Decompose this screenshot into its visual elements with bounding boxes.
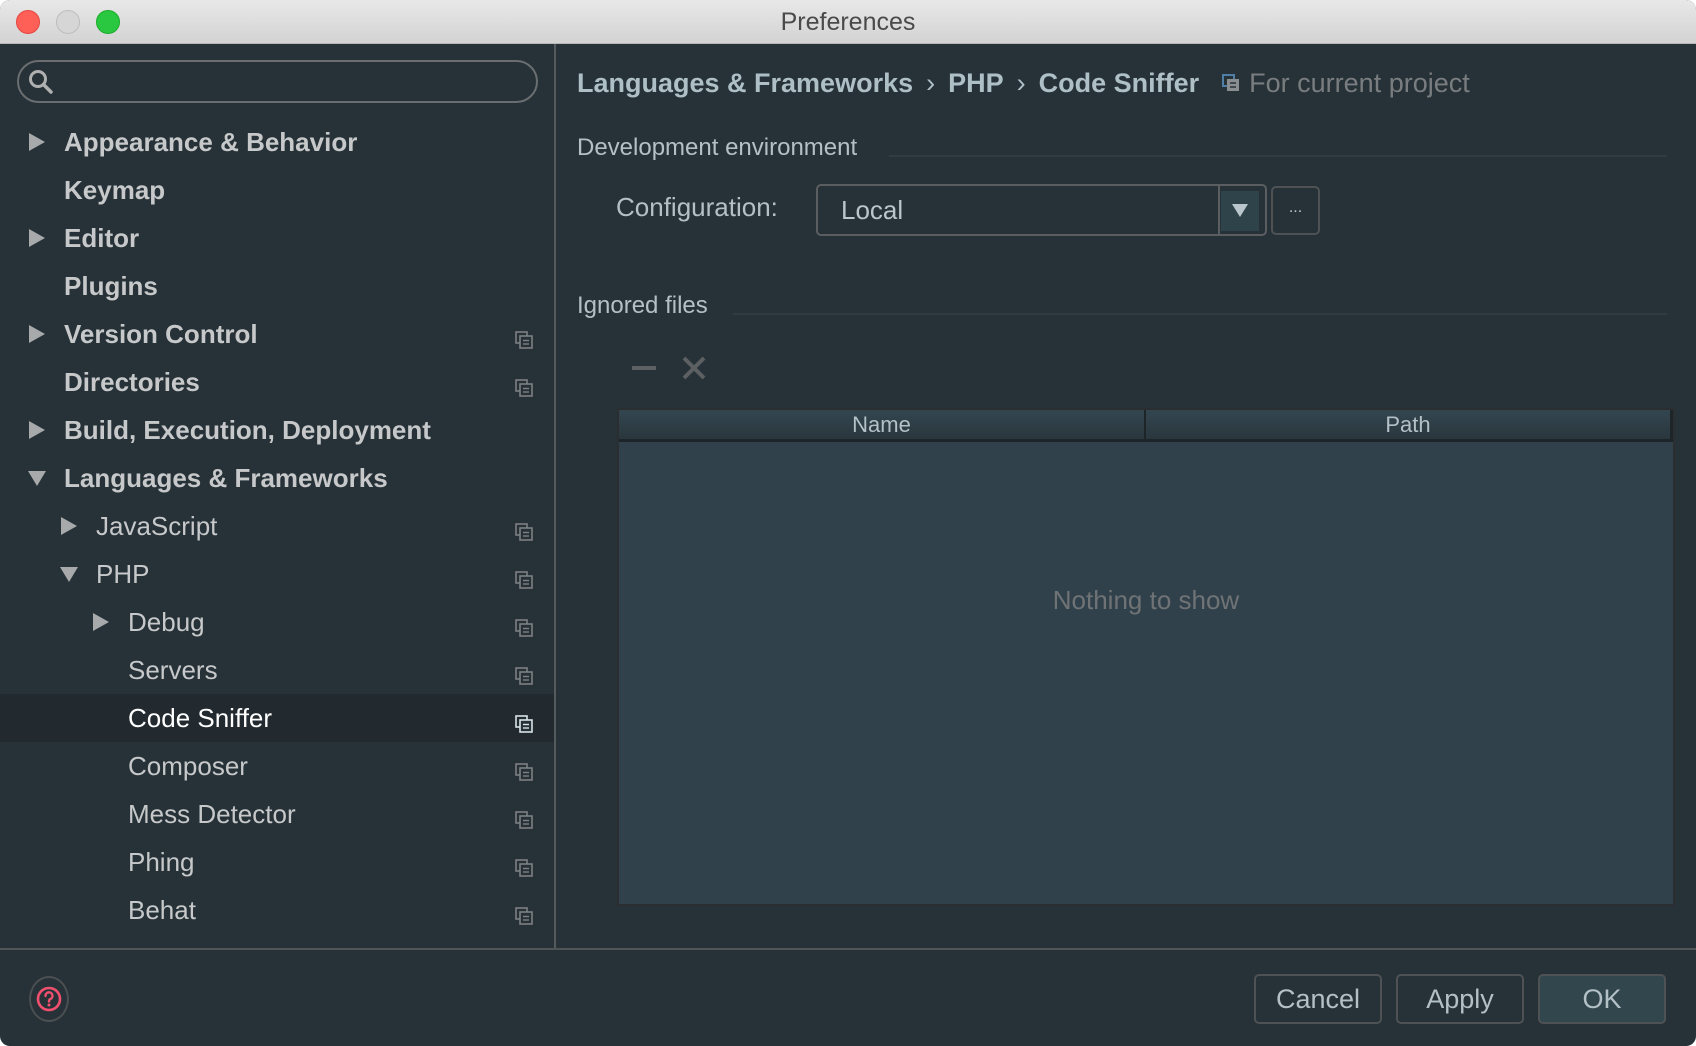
sidebar-item-label: Directories	[64, 366, 200, 397]
sidebar-item-servers[interactable]: Servers	[0, 646, 554, 694]
sidebar-item-label: Composer	[128, 750, 248, 781]
breadcrumb: Languages & Frameworks › PHP › Code Snif…	[577, 62, 1470, 104]
project-scope-icon	[515, 853, 533, 877]
sidebar-item-appearance-behavior[interactable]: Appearance & Behavior	[0, 118, 554, 166]
section-divider	[733, 313, 1667, 315]
sidebar-item-debug[interactable]: Debug	[0, 598, 554, 646]
sidebar-item-label: PHP	[96, 558, 150, 589]
apply-button[interactable]: Apply	[1396, 974, 1524, 1024]
sidebar-item-behat[interactable]: Behat	[0, 886, 554, 934]
configuration-value: Local	[841, 195, 904, 225]
scope-label: For current project	[1249, 68, 1470, 98]
sidebar-item-languages-frameworks[interactable]: Languages & Frameworks	[0, 454, 554, 502]
footer-divider	[0, 948, 1696, 950]
sidebar-item-label: Code Sniffer	[128, 702, 273, 733]
project-scope-icon	[1222, 74, 1240, 91]
sidebar-item-label: Servers	[128, 654, 218, 685]
minus-icon[interactable]	[632, 366, 656, 370]
browse-configuration-button[interactable]: ...	[1271, 186, 1320, 235]
sidebar-item-javascript[interactable]: JavaScript	[0, 502, 554, 550]
ignored-files-table[interactable]: Name Path Nothing to show	[617, 408, 1675, 906]
breadcrumb-separator: ›	[1016, 68, 1026, 98]
sidebar-item-label: Debug	[128, 606, 205, 637]
dropdown-separator	[1218, 186, 1220, 234]
project-scope-icon	[515, 517, 533, 541]
project-scope-icon	[515, 325, 533, 349]
table-header: Name Path	[619, 410, 1673, 442]
ignored-files-section-title: Ignored files	[577, 292, 708, 319]
title-bar: Preferences	[0, 0, 1696, 44]
chevron-right-icon[interactable]	[28, 133, 46, 151]
close-icon[interactable]	[680, 354, 708, 382]
sidebar-item-composer[interactable]: Composer	[0, 742, 554, 790]
sidebar-item-label: Version Control	[64, 318, 258, 349]
sidebar-item-label: Appearance & Behavior	[64, 126, 358, 157]
chevron-down-icon[interactable]	[28, 469, 46, 487]
empty-table-text: Nothing to show	[1052, 585, 1240, 615]
sidebar-item-label: Build, Execution, Deployment	[64, 414, 431, 445]
project-scope-icon	[515, 565, 533, 589]
project-scope-icon	[515, 709, 533, 733]
breadcrumb-item: PHP	[948, 68, 1004, 98]
dropdown-arrow-button[interactable]	[1221, 191, 1259, 231]
settings-search-input[interactable]	[17, 60, 538, 103]
breadcrumb-item: Languages & Frameworks	[577, 68, 914, 98]
breadcrumb-item-current: Code Sniffer	[1038, 68, 1200, 98]
sidebar-item-version-control[interactable]: Version Control	[0, 310, 554, 358]
project-scope-icon	[515, 661, 533, 685]
chevron-down-icon	[1232, 204, 1248, 217]
project-scope-icon	[515, 373, 533, 397]
sidebar-item-build-execution-deployment[interactable]: Build, Execution, Deployment	[0, 406, 554, 454]
sidebar-item-directories[interactable]: Directories	[0, 358, 554, 406]
configuration-label: Configuration:	[616, 192, 778, 222]
sidebar-item-label: Editor	[64, 222, 140, 253]
help-icon	[36, 986, 62, 1012]
chevron-right-icon[interactable]	[28, 229, 46, 247]
section-divider	[889, 155, 1667, 157]
chevron-right-icon[interactable]	[92, 613, 110, 631]
chevron-down-icon[interactable]	[60, 565, 78, 583]
sidebar-item-label: Phing	[128, 846, 195, 877]
sidebar-item-code-sniffer[interactable]: Code Sniffer	[0, 694, 554, 742]
sidebar-item-label: Plugins	[64, 270, 158, 301]
sidebar-item-label: JavaScript	[96, 510, 218, 541]
chevron-right-icon[interactable]	[28, 421, 46, 439]
cancel-button[interactable]: Cancel	[1254, 974, 1382, 1024]
column-header-path[interactable]: Path	[1146, 410, 1673, 439]
project-scope-icon	[515, 901, 533, 925]
sidebar-item-label: Mess Detector	[128, 798, 296, 829]
project-scope-icon	[515, 613, 533, 637]
sidebar-divider[interactable]	[554, 44, 556, 949]
help-button[interactable]	[29, 976, 69, 1022]
window-title: Preferences	[780, 8, 916, 36]
chevron-right-icon[interactable]	[60, 517, 78, 535]
preferences-window: Preferences Appearance & Behavior Keymap E…	[0, 0, 1696, 1046]
sidebar-item-editor[interactable]: Editor	[0, 214, 554, 262]
chevron-right-icon[interactable]	[28, 325, 46, 343]
dev-env-section-title: Development environment	[577, 134, 858, 161]
sidebar-item-php[interactable]: PHP	[0, 550, 554, 598]
sidebar-item-label: Languages & Frameworks	[64, 462, 388, 493]
sidebar-item-mess-detector[interactable]: Mess Detector	[0, 790, 554, 838]
sidebar-item-keymap[interactable]: Keymap	[0, 166, 554, 214]
configuration-dropdown[interactable]: Local	[816, 184, 1267, 236]
sidebar-item-label: Keymap	[64, 174, 166, 205]
sidebar-item-label: Behat	[128, 894, 196, 925]
breadcrumb-separator: ›	[926, 68, 936, 98]
sidebar-item-plugins[interactable]: Plugins	[0, 262, 554, 310]
search-icon	[29, 70, 53, 94]
ok-button[interactable]: OK	[1538, 974, 1666, 1024]
column-header-name[interactable]: Name	[619, 410, 1146, 439]
project-scope-icon	[515, 805, 533, 829]
project-scope-icon	[515, 757, 533, 781]
sidebar-item-phing[interactable]: Phing	[0, 838, 554, 886]
